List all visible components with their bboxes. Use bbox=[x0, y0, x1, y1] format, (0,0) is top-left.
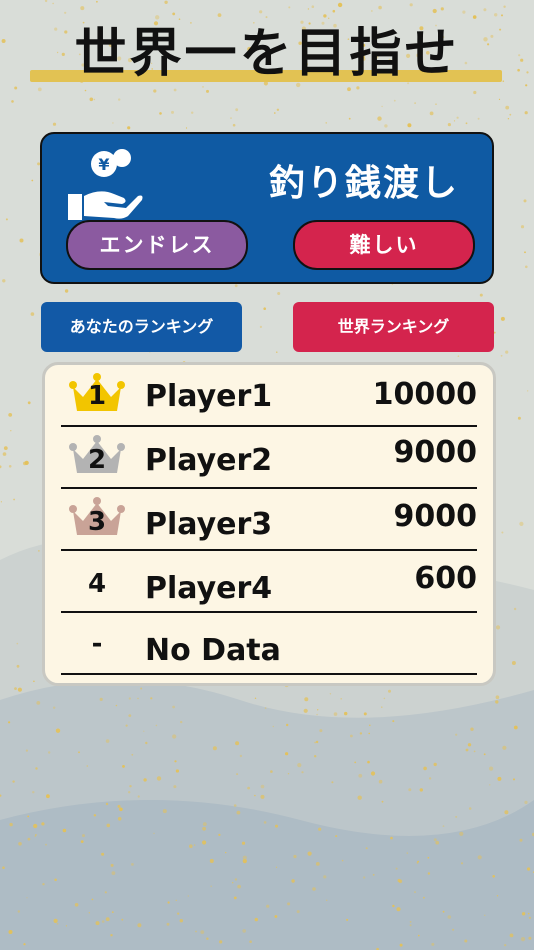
ranking-board: 1 Player1 10000 2 Player2 9000 3 Player3… bbox=[42, 362, 496, 686]
player-name: No Data bbox=[145, 633, 281, 668]
page-title-area: 世界一を目指せ bbox=[0, 18, 534, 98]
rank-cell: 3 bbox=[67, 489, 127, 549]
game-mode-card: ¥ 釣り銭渡し エンドレス 難しい bbox=[40, 132, 494, 284]
rank-cell: - bbox=[67, 613, 127, 673]
coin-hand-icon: ¥ bbox=[68, 149, 143, 220]
world-ranking-tab[interactable]: 世界ランキング bbox=[293, 302, 494, 352]
rank-cell: 4 bbox=[67, 551, 127, 611]
player-name: Player2 bbox=[145, 443, 273, 478]
rank-number: 3 bbox=[87, 507, 107, 537]
player-score: 600 bbox=[414, 561, 477, 596]
player-score: 10000 bbox=[372, 377, 477, 412]
rank-number: 1 bbox=[87, 381, 107, 411]
player-name: Player4 bbox=[145, 571, 273, 606]
row-divider bbox=[61, 673, 477, 675]
ranking-row: - No Data bbox=[61, 613, 477, 675]
rank-cell: 1 bbox=[67, 365, 127, 425]
player-name: Player3 bbox=[145, 507, 273, 542]
player-name: Player1 bbox=[145, 379, 273, 414]
rank-number: 2 bbox=[87, 445, 107, 475]
rank-number: 4 bbox=[87, 569, 107, 599]
ranking-row: 3 Player3 9000 bbox=[61, 489, 477, 551]
ranking-row: 4 Player4 600 bbox=[61, 551, 477, 613]
rank-number: - bbox=[91, 629, 103, 659]
your-ranking-tab[interactable]: あなたのランキング bbox=[41, 302, 242, 352]
player-score: 9000 bbox=[393, 435, 478, 470]
rank-cell: 2 bbox=[67, 427, 127, 487]
player-score: 9000 bbox=[393, 499, 478, 534]
endless-mode-button[interactable]: エンドレス bbox=[66, 220, 248, 270]
difficulty-button[interactable]: 難しい bbox=[293, 220, 475, 270]
ranking-row: 1 Player1 10000 bbox=[61, 365, 477, 427]
svg-text:¥: ¥ bbox=[98, 155, 109, 174]
ranking-row: 2 Player2 9000 bbox=[61, 427, 477, 489]
game-title: 釣り銭渡し bbox=[268, 162, 459, 204]
page-title: 世界一を目指せ bbox=[74, 23, 460, 84]
